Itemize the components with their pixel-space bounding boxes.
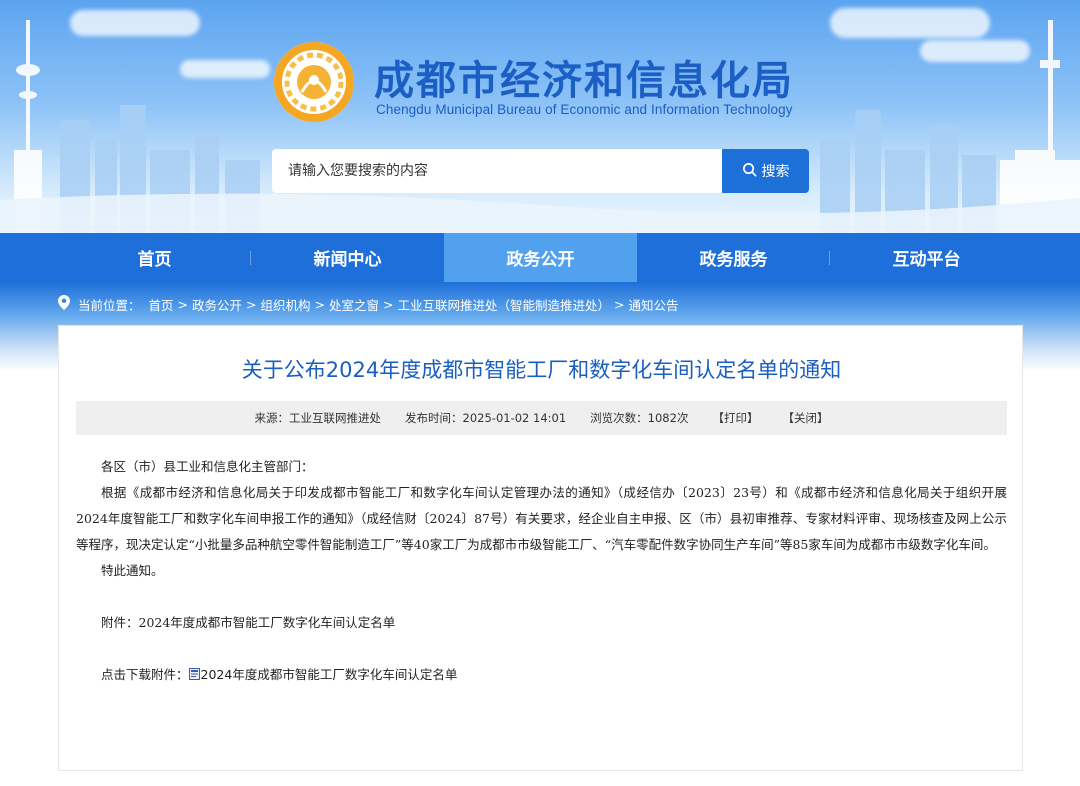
nav-item-label: 政务服务 — [699, 250, 768, 270]
nav-item-news-center[interactable]: 新闻中心 — [251, 233, 444, 282]
nav-item-label: 首页 — [137, 250, 172, 270]
breadcrumb-item-departments[interactable]: 处室之窗 — [329, 295, 379, 314]
close-button[interactable]: 【关闭】 — [782, 410, 828, 426]
breadcrumb-item-home[interactable]: 首页 — [149, 295, 174, 314]
article-publish-time: 发布时间：2025-01-02 14:01 — [405, 411, 567, 425]
nav-item-government-services[interactable]: 政务服务 — [637, 233, 830, 282]
nav-item-label: 互动平台 — [892, 250, 961, 270]
article-meta-bar: 来源：工业互联网推进处 发布时间：2025-01-02 14:01 浏览次数：1… — [76, 401, 1007, 435]
article-card: 关于公布2024年度成都市智能工厂和数字化车间认定名单的通知 来源：工业互联网推… — [58, 325, 1023, 771]
article-salutation: 各区（市）县工业和信息化主管部门： — [101, 459, 314, 474]
bureau-emblem-icon[interactable] — [272, 40, 356, 124]
article-title: 关于公布2024年度成都市智能工厂和数字化车间认定名单的通知 — [241, 358, 842, 382]
print-button[interactable]: 【打印】 — [712, 410, 758, 426]
search-input[interactable] — [272, 149, 722, 193]
breadcrumb-item-government-affairs[interactable]: 政务公开 — [192, 295, 242, 314]
breadcrumb-separator: > — [177, 296, 189, 312]
nav-item-label: 政务公开 — [506, 250, 575, 270]
breadcrumb-item-industrial-internet-division[interactable]: 工业互联网推进处（智能制造推进处） — [398, 295, 611, 314]
search-button-label: 搜索 — [761, 164, 790, 180]
header-banner: 成都市经济和信息化局 Chengdu Municipal Bureau of E… — [0, 0, 1080, 233]
breadcrumb: 当前位置： 首页 > 政务公开 > 组织机构 > 处室之窗 > 工业互联网推进处… — [58, 294, 679, 314]
article-body: 各区（市）县工业和信息化主管部门： 根据《成都市经济和信息化局关于印发成都市智能… — [76, 454, 1007, 688]
article-paragraph: 根据《成都市经济和信息化局关于印发成都市智能工厂和数字化车间认定管理办法的通知》… — [76, 485, 1007, 552]
breadcrumb-separator: > — [314, 296, 326, 312]
download-attachment-line: 点击下载附件： 2024年度成都市智能工厂数字化车间认定名单 — [76, 662, 1007, 688]
article-view-count: 浏览次数：1082次 — [590, 411, 689, 425]
site-title: 成都市经济和信息化局 — [374, 58, 794, 104]
breadcrumb-item-organization[interactable]: 组织机构 — [261, 295, 311, 314]
download-attachment-link[interactable]: 2024年度成都市智能工厂数字化车间认定名单 — [201, 667, 458, 682]
article-source: 来源：工业互联网推进处 — [254, 411, 382, 425]
nav-item-interactive-platform[interactable]: 互动平台 — [830, 233, 1023, 282]
nav-item-label: 新闻中心 — [313, 250, 382, 270]
article-closing: 特此通知。 — [101, 563, 164, 578]
breadcrumb-separator: > — [383, 296, 394, 312]
location-pin-icon — [58, 295, 70, 313]
breadcrumb-separator: > — [246, 296, 257, 312]
breadcrumb-separator: > — [614, 296, 625, 312]
breadcrumb-prefix: 当前位置： — [78, 297, 141, 313]
download-prefix: 点击下载附件： — [101, 667, 189, 682]
site-subtitle: Chengdu Municipal Bureau of Economic and… — [376, 102, 793, 117]
article-attachment-note: 附件：2024年度成都市智能工厂数字化车间认定名单 — [101, 615, 396, 630]
nav-item-home[interactable]: 首页 — [58, 233, 251, 282]
nav-item-government-affairs-disclosure[interactable]: 政务公开 — [444, 233, 637, 282]
search-button[interactable]: 搜索 — [722, 149, 809, 193]
breadcrumb-item-notices[interactable]: 通知公告 — [629, 295, 679, 314]
main-nav: 首页 新闻中心 政务公开 政务服务 互动平台 — [0, 233, 1080, 282]
search-icon — [742, 162, 757, 181]
document-file-icon — [188, 663, 200, 680]
